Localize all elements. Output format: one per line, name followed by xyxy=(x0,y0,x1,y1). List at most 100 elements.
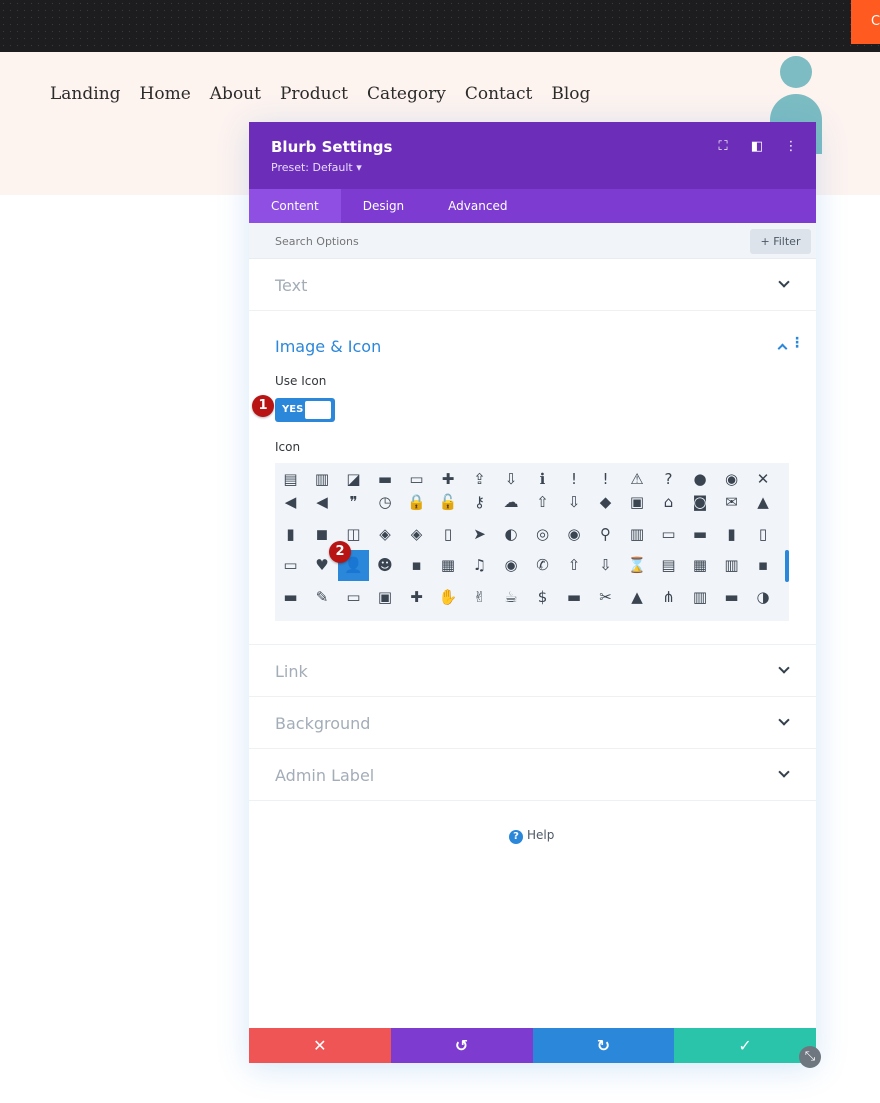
nav-item-landing[interactable]: Landing xyxy=(50,84,121,104)
icon-option[interactable]: ✋ xyxy=(433,581,464,612)
icon-option[interactable]: ▣ xyxy=(370,581,401,612)
icon-option[interactable]: ⌂ xyxy=(653,487,684,518)
fullscreen-icon[interactable]: ⛶ xyxy=(716,139,730,154)
icon-option[interactable]: ▲ xyxy=(748,487,779,518)
section-more-icon[interactable]: ⋮ xyxy=(790,335,804,351)
split-view-icon[interactable]: ◧ xyxy=(750,139,764,154)
icon-option[interactable]: ◙ xyxy=(685,487,716,518)
section-background[interactable]: Background xyxy=(249,697,816,749)
icon-option[interactable]: ✚ xyxy=(401,581,432,612)
section-title-image-icon[interactable]: Image & Icon xyxy=(275,337,381,356)
undo-button[interactable]: ↺ xyxy=(390,1028,533,1063)
icon-option[interactable]: ◷ xyxy=(370,487,401,518)
top-cta-button[interactable]: C xyxy=(851,0,880,44)
icon-option[interactable]: ◆ xyxy=(590,487,621,518)
help-link[interactable]: ? Help xyxy=(509,828,554,844)
icon-option[interactable]: ☻ xyxy=(370,550,401,581)
icon-option[interactable]: ◀ xyxy=(307,487,338,518)
icon-option[interactable]: ⋔ xyxy=(653,581,684,612)
icon-option[interactable]: ❞ xyxy=(338,487,369,518)
icon-option[interactable]: ⇧ xyxy=(559,550,590,581)
icon-option[interactable]: ▲ xyxy=(622,581,653,612)
icon-option[interactable]: ◐ xyxy=(496,518,527,549)
icon-option[interactable]: ◑ xyxy=(748,581,779,612)
icon-option[interactable]: ➤ xyxy=(464,518,495,549)
nav-item-category[interactable]: Category xyxy=(367,84,446,104)
nav-item-about[interactable]: About xyxy=(210,84,261,104)
icon-option[interactable]: ▯ xyxy=(433,518,464,549)
icon-option[interactable]: ◉ xyxy=(559,518,590,549)
icon-option[interactable]: ▥ xyxy=(622,518,653,549)
icon-option[interactable]: ▣ xyxy=(622,487,653,518)
more-options-icon[interactable]: ⋮ xyxy=(784,139,798,154)
nav-item-blog[interactable]: Blog xyxy=(551,84,590,104)
icon-option[interactable]: ▭ xyxy=(275,550,306,581)
chevron-down-icon xyxy=(778,766,790,778)
icon-option[interactable]: ▥ xyxy=(716,550,747,581)
icon-option[interactable]: ▪ xyxy=(748,550,779,581)
icon-option[interactable]: ⇧ xyxy=(527,487,558,518)
section-link[interactable]: Link xyxy=(249,645,816,697)
icon-option[interactable]: ✎ xyxy=(307,581,338,612)
icon-option[interactable]: ▬ xyxy=(275,581,306,612)
blurb-settings-panel: Blurb Settings Preset: Default ▾ ⛶ ◧ ⋮ C… xyxy=(249,122,816,1063)
chevron-down-icon xyxy=(778,662,790,674)
icon-option[interactable]: ◈ xyxy=(370,518,401,549)
filter-button[interactable]: + Filter xyxy=(750,229,811,254)
use-icon-label: Use Icon xyxy=(275,374,327,388)
nav-item-contact[interactable]: Contact xyxy=(465,84,533,104)
icon-option[interactable]: ◉ xyxy=(496,550,527,581)
icon-option[interactable]: ▭ xyxy=(653,518,684,549)
icon-option[interactable]: ▮ xyxy=(275,518,306,549)
section-admin-label[interactable]: Admin Label xyxy=(249,749,816,801)
icon-option[interactable]: ▬ xyxy=(685,518,716,549)
chevron-up-icon[interactable] xyxy=(777,343,788,354)
cancel-button[interactable]: ✕ xyxy=(249,1028,391,1063)
nav-item-product[interactable]: Product xyxy=(280,84,348,104)
icon-option[interactable]: ◀ xyxy=(275,487,306,518)
redo-button[interactable]: ↻ xyxy=(532,1028,675,1063)
panel-header-icons: ⛶ ◧ ⋮ xyxy=(716,139,798,154)
icon-option[interactable]: 🔓 xyxy=(433,487,464,518)
resize-handle-icon[interactable]: ⤡ xyxy=(799,1046,821,1068)
icon-option[interactable]: ♫ xyxy=(464,550,495,581)
icon-option[interactable]: ▦ xyxy=(685,550,716,581)
icon-option[interactable]: ⚷ xyxy=(464,487,495,518)
icon-option[interactable]: ▮ xyxy=(716,518,747,549)
icon-option[interactable]: ▤ xyxy=(653,550,684,581)
icon-option[interactable]: ⚲ xyxy=(590,518,621,549)
section-title-background: Background xyxy=(275,714,371,733)
icon-option[interactable]: ▬ xyxy=(716,581,747,612)
icon-option[interactable]: ⌛ xyxy=(622,550,653,581)
icon-option[interactable]: ✌ xyxy=(464,581,495,612)
icon-option[interactable]: ⇩ xyxy=(590,550,621,581)
icon-option[interactable]: ▪ xyxy=(401,550,432,581)
panel-header: Blurb Settings Preset: Default ▾ ⛶ ◧ ⋮ xyxy=(249,122,816,189)
icon-grid-scrollbar[interactable] xyxy=(785,550,789,582)
tab-advanced[interactable]: Advanced xyxy=(426,189,529,223)
icon-option[interactable]: ☕ xyxy=(496,581,527,612)
nav-item-home[interactable]: Home xyxy=(140,84,191,104)
icon-option[interactable]: ◎ xyxy=(527,518,558,549)
icon-option[interactable]: ☁ xyxy=(496,487,527,518)
search-options-input[interactable] xyxy=(263,229,643,253)
icon-option[interactable]: ◈ xyxy=(401,518,432,549)
icon-option[interactable]: ▭ xyxy=(338,581,369,612)
icon-option[interactable]: ✆ xyxy=(527,550,558,581)
icon-option[interactable]: 🔒 xyxy=(401,487,432,518)
save-button[interactable]: ✓ xyxy=(674,1028,816,1063)
icon-option[interactable]: ▥ xyxy=(685,581,716,612)
icon-option[interactable]: ▬ xyxy=(559,581,590,612)
use-icon-toggle[interactable]: YES xyxy=(275,398,335,422)
preset-selector[interactable]: Preset: Default ▾ xyxy=(271,161,362,174)
icon-option[interactable]: ▦ xyxy=(433,550,464,581)
chevron-down-icon xyxy=(778,714,790,726)
tab-content[interactable]: Content xyxy=(249,189,341,223)
icon-option[interactable]: ✂ xyxy=(590,581,621,612)
icon-option[interactable]: ⇩ xyxy=(559,487,590,518)
icon-option[interactable]: $ xyxy=(527,581,558,612)
icon-option[interactable]: ✉ xyxy=(716,487,747,518)
section-text[interactable]: Text xyxy=(249,259,816,311)
tab-design[interactable]: Design xyxy=(341,189,426,223)
icon-option[interactable]: ▯ xyxy=(748,518,779,549)
